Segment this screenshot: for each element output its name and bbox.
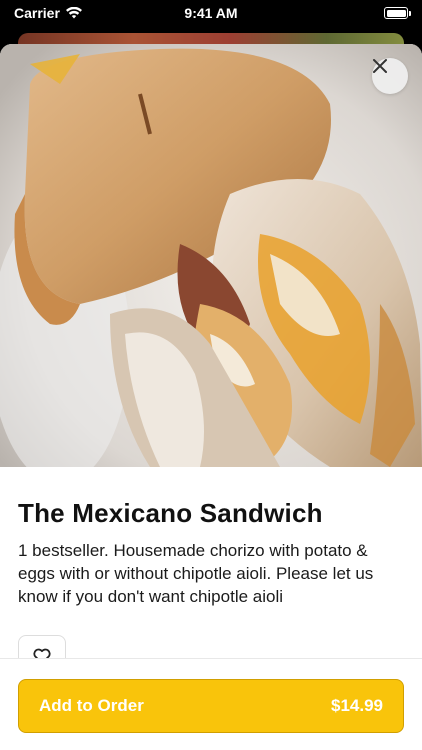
wifi-icon [65,7,82,19]
close-icon [373,59,387,73]
clock: 9:41 AM [184,5,238,21]
sandwich-photo [0,44,422,467]
status-bar: Carrier 9:41 AM [0,0,422,26]
battery-icon [384,7,411,19]
carrier-label: Carrier [14,5,60,21]
status-right [384,7,411,19]
item-title: The Mexicano Sandwich [18,498,323,528]
add-to-order-button[interactable]: Add to Order $14.99 [18,679,404,733]
order-footer: Add to Order $14.99 [0,658,422,750]
item-detail-sheet: The Mexicano Sandwich 1 bestseller. Hous… [0,44,422,750]
status-left: Carrier [14,5,82,21]
add-to-order-label: Add to Order [39,696,144,715]
close-button[interactable] [372,58,408,94]
item-info: The Mexicano Sandwich 1 bestseller. Hous… [0,467,422,608]
item-photo [0,44,422,467]
item-price: $14.99 [331,696,383,715]
item-description: 1 bestseller. Housemade chorizo with pot… [18,541,374,606]
